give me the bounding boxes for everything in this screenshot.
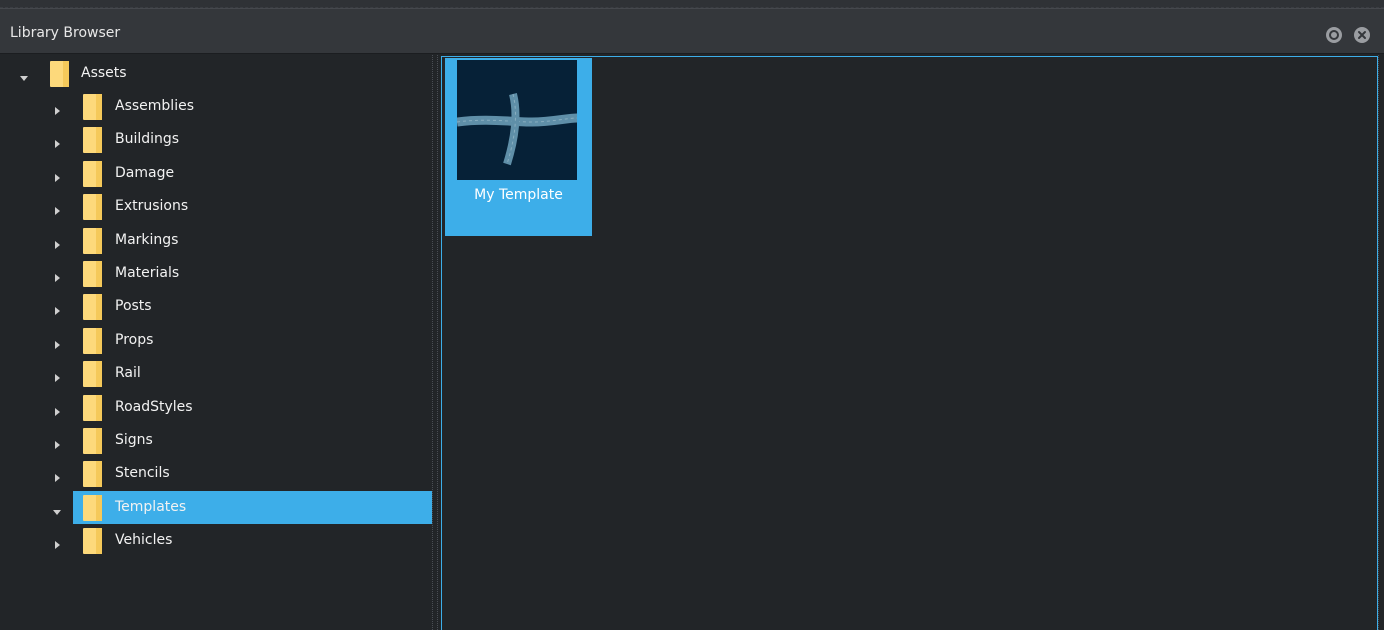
tree-item-vehicles[interactable]: Vehicles: [6, 524, 432, 557]
tree-item-label: Damage: [115, 165, 175, 181]
tree-item-markings[interactable]: Markings: [6, 224, 432, 257]
chevron-right-icon[interactable]: [52, 335, 62, 349]
window-title: Library Browser: [10, 25, 121, 41]
panel-splitter[interactable]: [432, 55, 438, 630]
float-icon[interactable]: [1326, 27, 1342, 43]
tree-item-stencils[interactable]: Stencils: [6, 457, 432, 490]
folder-icon: [50, 61, 70, 87]
tree-item-rail[interactable]: Rail: [6, 357, 432, 390]
folder-icon: [83, 161, 103, 187]
tree-item-label: Extrusions: [115, 198, 189, 214]
tree-item-assets[interactable]: Assets: [6, 57, 432, 90]
tree-item-label: RoadStyles: [115, 399, 193, 415]
tree-item-damage[interactable]: Damage: [6, 157, 432, 190]
chevron-down-icon[interactable]: [52, 502, 62, 515]
folder-icon: [83, 228, 103, 254]
folder-icon: [83, 294, 103, 320]
tree-item-roadstyles[interactable]: RoadStyles: [6, 391, 432, 424]
chevron-right-icon[interactable]: [52, 435, 62, 449]
chevron-right-icon[interactable]: [52, 368, 62, 382]
folder-icon: [83, 261, 103, 287]
title-bar[interactable]: Library Browser: [0, 8, 1384, 54]
top-dock-strip: [0, 0, 1384, 8]
asset-grid[interactable]: My Template: [441, 56, 1378, 630]
folder-icon: [83, 194, 103, 220]
chevron-right-icon[interactable]: [52, 101, 62, 115]
tree-item-signs[interactable]: Signs: [6, 424, 432, 457]
tree-item-label: Assemblies: [115, 98, 194, 114]
chevron-right-icon[interactable]: [52, 535, 62, 549]
right-dock-edge: [1378, 55, 1384, 630]
asset-tile-label: My Template: [474, 187, 563, 203]
tree-item-posts[interactable]: Posts: [6, 290, 432, 323]
tree-item-label: Templates: [115, 499, 187, 515]
chevron-right-icon[interactable]: [52, 134, 62, 148]
chevron-right-icon[interactable]: [52, 301, 62, 315]
chevron-right-icon[interactable]: [52, 168, 62, 182]
chevron-right-icon[interactable]: [52, 268, 62, 282]
folder-icon: [83, 428, 103, 454]
library-browser-window: Library Browser Assets Assemblies Buildin…: [0, 0, 1384, 630]
chevron-right-icon[interactable]: [52, 468, 62, 482]
folder-icon: [83, 528, 103, 554]
folder-icon: [83, 495, 103, 521]
folder-icon: [83, 395, 103, 421]
tree-item-assemblies[interactable]: Assemblies: [6, 90, 432, 123]
folder-tree[interactable]: Assets Assemblies Buildings Damage Extrusio…: [6, 55, 432, 630]
tree-item-extrusions[interactable]: Extrusions: [6, 190, 432, 223]
asset-tile-my-template[interactable]: My Template: [445, 58, 592, 236]
tree-item-label: Props: [115, 332, 154, 348]
tree-item-label: Vehicles: [115, 532, 173, 548]
folder-icon: [83, 127, 103, 153]
tree-item-buildings[interactable]: Buildings: [6, 123, 432, 156]
tree-item-templates[interactable]: Templates: [6, 491, 432, 524]
chevron-right-icon[interactable]: [52, 402, 62, 416]
tree-item-materials[interactable]: Materials: [6, 257, 432, 290]
folder-icon: [83, 328, 103, 354]
chevron-right-icon[interactable]: [52, 201, 62, 215]
tree-item-label: Signs: [115, 432, 153, 448]
tree-item-label: Markings: [115, 232, 179, 248]
chevron-down-icon[interactable]: [19, 68, 29, 81]
road-intersection-thumbnail: [456, 60, 578, 180]
folder-icon: [83, 461, 103, 487]
tree-item-label: Stencils: [115, 465, 170, 481]
tree-item-props[interactable]: Props: [6, 324, 432, 357]
tree-item-label: Materials: [115, 265, 180, 281]
chevron-right-icon[interactable]: [52, 235, 62, 249]
tree-item-label: Posts: [115, 298, 152, 314]
folder-icon: [83, 94, 103, 120]
tree-item-label: Buildings: [115, 131, 180, 147]
close-icon[interactable]: [1354, 27, 1370, 43]
folder-icon: [83, 361, 103, 387]
tree-item-label: Assets: [81, 65, 127, 81]
tree-item-label: Rail: [115, 365, 141, 381]
